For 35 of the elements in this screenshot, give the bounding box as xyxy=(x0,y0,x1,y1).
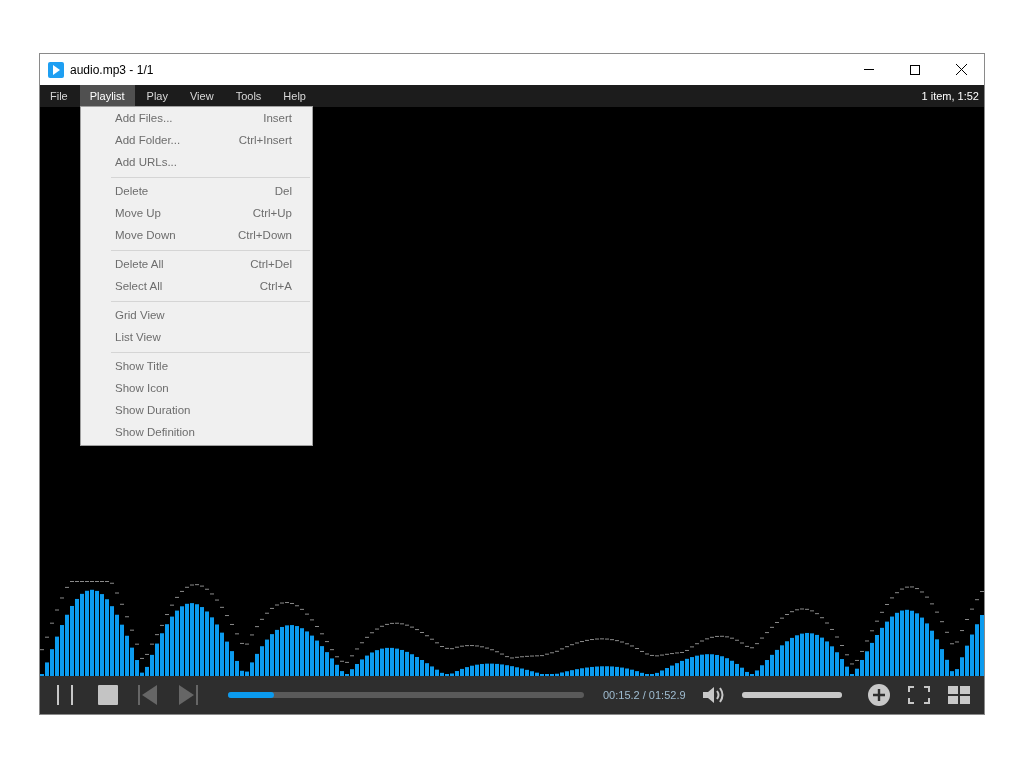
close-icon xyxy=(955,64,967,75)
menu-option[interactable]: Move Up Ctrl+Up xyxy=(81,203,312,225)
maximize-icon xyxy=(910,64,920,75)
menu-option[interactable]: Show Duration xyxy=(81,400,312,422)
next-icon[interactable] xyxy=(178,685,198,705)
menu-option[interactable]: Delete Del xyxy=(81,181,312,203)
play-icon xyxy=(48,61,64,78)
playlist-summary: 1 item, 1:52 xyxy=(921,88,979,104)
menu-item[interactable]: Tools xyxy=(225,85,272,107)
fullscreen-icon[interactable] xyxy=(907,686,930,704)
minimize-icon xyxy=(864,69,874,70)
menu-option[interactable]: Delete All Ctrl+Del xyxy=(81,254,312,276)
menu-option[interactable]: Move Down Ctrl+Down xyxy=(81,225,312,247)
menu-item[interactable]: Help xyxy=(273,85,316,107)
add-icon[interactable] xyxy=(867,684,890,706)
seek-bar[interactable] xyxy=(228,692,584,698)
menu-option[interactable]: List View xyxy=(81,327,312,349)
menu-option[interactable]: Add Folder... Ctrl+Insert xyxy=(81,130,312,152)
menu-option[interactable]: Show Icon xyxy=(81,378,312,400)
menu-option[interactable]: Add URLs... xyxy=(81,152,312,174)
menu-option[interactable]: Select All Ctrl+A xyxy=(81,276,312,298)
menu-option[interactable]: Add Files... Insert xyxy=(81,108,312,130)
menu-item[interactable]: File xyxy=(40,85,78,107)
menu-item[interactable]: View xyxy=(180,85,224,107)
pause-button[interactable] xyxy=(55,685,75,705)
menu-option[interactable]: Show Definition xyxy=(81,422,312,444)
grid-icon[interactable] xyxy=(947,686,970,704)
window-title: audio.mp3 - 1/1 xyxy=(70,61,154,79)
previous-icon[interactable] xyxy=(138,685,158,705)
menu-item[interactable]: Playlist xyxy=(79,85,135,107)
menu-item[interactable]: Play xyxy=(136,85,178,107)
time-display: 00:15.2 / 01:52.9 xyxy=(603,687,686,703)
menu-option[interactable]: Show Title xyxy=(81,356,312,378)
volume-slider[interactable] xyxy=(741,692,842,698)
menu-option[interactable]: Grid View xyxy=(81,305,312,327)
